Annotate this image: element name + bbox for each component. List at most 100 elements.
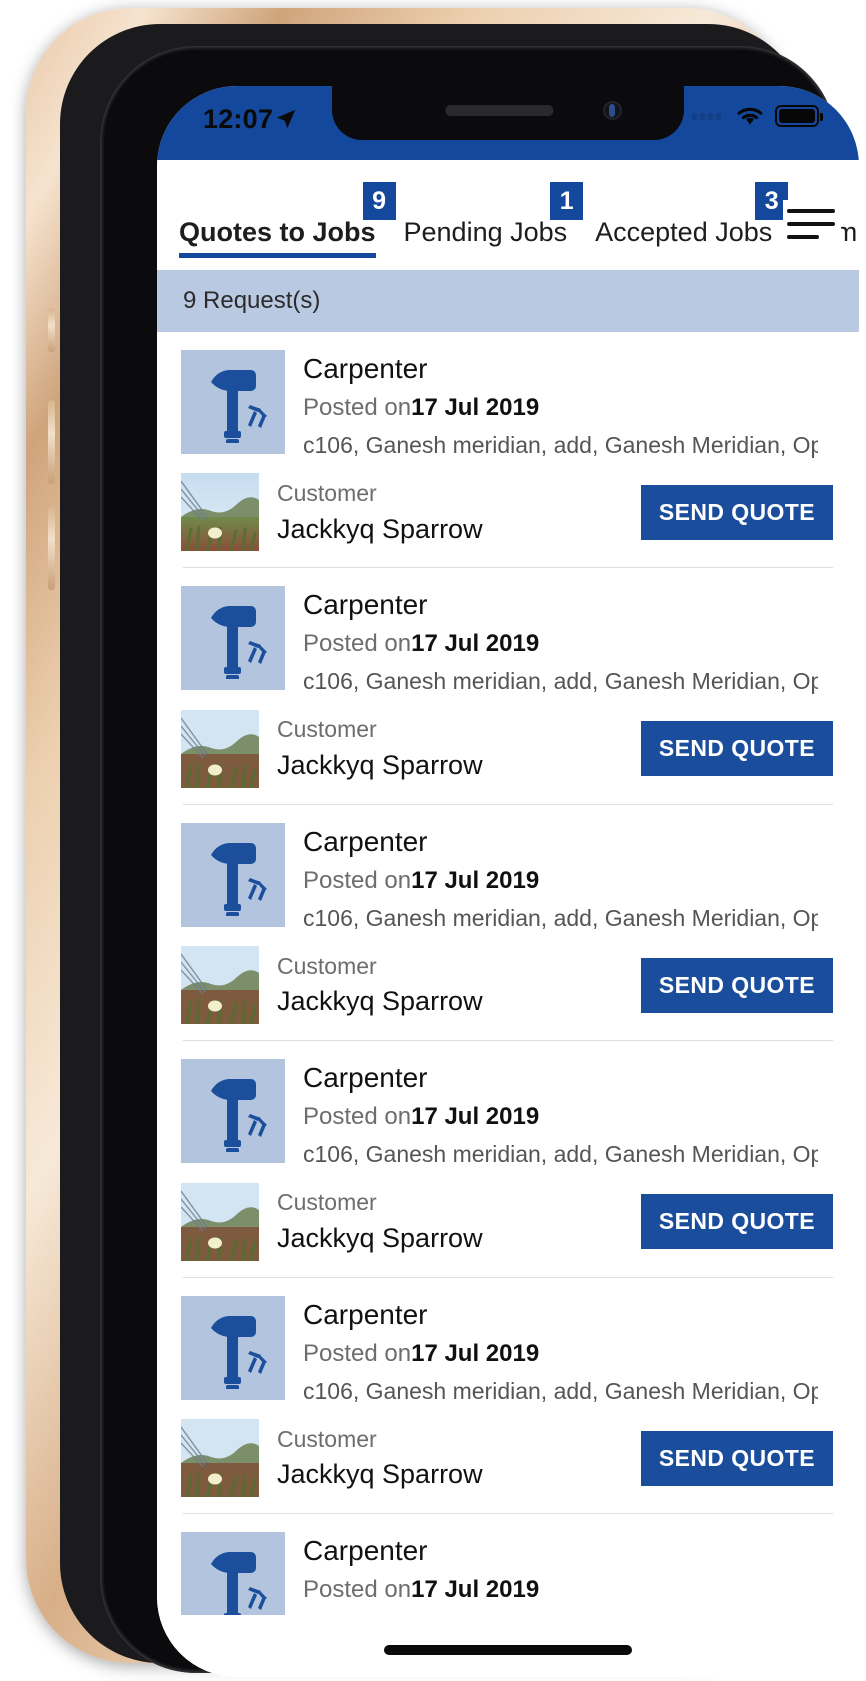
job-trade-title: Carpenter [303,1535,428,1567]
tab-scroll-container[interactable]: Quotes to Jobs 9 Pending Jobs 1 Accepted… [157,160,859,270]
customer-label: Customer [277,952,377,979]
job-details: Carpenter Posted on17 Jul 2019 c106, Gan… [285,823,859,932]
posted-prefix: Posted on [303,1103,412,1131]
customer-info: Customer Jackkyq Sparrow [259,716,641,781]
job-details: Carpenter Posted on17 Jul 2019 c106, Gan… [285,1296,859,1405]
job-address: c106, Ganesh meridian, add, Ganesh Merid… [303,1377,818,1404]
carpenter-hammer-icon [181,1295,285,1400]
job-customer-row: Customer Jackkyq Sparrow SEND QUOTE [157,700,859,804]
posted-prefix: Posted on [303,1576,412,1604]
job-trade-title: Carpenter [303,353,428,384]
tab-badge-count: 1 [550,182,584,220]
earpiece-speaker [445,105,554,116]
job-request-card[interactable]: Carpenter Posted on17 Jul 2019 c106, Gan… [157,1278,859,1515]
carpenter-hammer-icon [181,1059,285,1164]
status-indicators [692,104,823,128]
job-summary: Carpenter Posted on17 Jul 2019 c106, Gan… [157,805,859,936]
hamburger-menu-icon[interactable] [783,200,841,248]
job-summary: Carpenter Posted on17 Jul 2019 c106, Gan… [157,568,859,699]
customer-label: Customer [277,479,377,506]
job-request-card[interactable]: Carpenter Posted on17 Jul 2019 c106, Gan… [157,1041,859,1278]
customer-avatar[interactable] [181,709,259,788]
posted-date-value: 17 Jul 2019 [411,1339,540,1367]
customer-avatar[interactable] [181,1182,259,1261]
customer-avatar[interactable] [181,946,259,1025]
front-camera [603,101,622,120]
job-trade-title: Carpenter [303,1062,428,1094]
customer-name: Jackkyq Sparrow [277,986,483,1017]
job-request-list[interactable]: Carpenter Posted on17 Jul 2019 c106, Gan… [157,332,859,1677]
customer-name: Jackkyq Sparrow [277,1222,483,1253]
customer-avatar[interactable] [181,473,259,552]
customer-info: Customer Jackkyq Sparrow [259,1189,641,1254]
job-details: Carpenter Posted on17 Jul 2019 c106, Gan… [285,350,859,459]
job-customer-row: Customer Jackkyq Sparrow SEND QUOTE [157,1173,859,1277]
carpenter-hammer-icon [181,822,285,927]
customer-info: Customer Jackkyq Sparrow [259,480,641,545]
battery-full-icon [775,105,823,127]
job-posted-date: Posted on17 Jul 2019 [303,867,859,896]
mute-switch-button[interactable] [48,308,55,352]
send-quote-button[interactable]: SEND QUOTE [640,721,833,777]
posted-date-value: 17 Jul 2019 [411,394,540,422]
job-posted-date: Posted on17 Jul 2019 [303,394,859,423]
send-quote-button[interactable]: SEND QUOTE [640,484,833,540]
job-summary: Carpenter Posted on17 Jul 2019 c106, Gan… [157,332,859,463]
job-details: Carpenter Posted on17 Jul 2019 c106, Gan… [285,1059,859,1168]
job-request-card[interactable]: Carpenter Posted on17 Jul 2019 c106, Gan… [157,568,859,805]
customer-name: Jackkyq Sparrow [277,1459,483,1490]
customer-info: Customer Jackkyq Sparrow [259,1426,641,1491]
home-indicator[interactable] [384,1645,632,1655]
volume-up-button[interactable] [48,400,55,484]
active-tab-underline [179,253,376,258]
customer-label: Customer [277,716,377,743]
customer-avatar[interactable] [181,1419,259,1498]
posted-date-value: 17 Jul 2019 [411,866,540,894]
job-trade-title: Carpenter [303,825,428,857]
job-trade-title: Carpenter [303,589,428,621]
phone-frame-outer: 12:07 Quotes to Jobs 9 Pending Jobs 1 Ac… [26,8,859,1677]
send-quote-button[interactable]: SEND QUOTE [640,957,833,1013]
posted-prefix: Posted on [303,866,412,894]
job-request-card[interactable]: Carpenter Posted on17 Jul 2019 c106, Gan… [157,805,859,1042]
tab-accepted-jobs[interactable]: Accepted Jobs 3 [581,160,789,270]
posted-prefix: Posted on [303,394,412,422]
phone-screen: 12:07 Quotes to Jobs 9 Pending Jobs 1 Ac… [157,86,859,1677]
job-request-card[interactable]: Carpenter Posted on17 Jul 2019 c106, Gan… [157,332,859,569]
job-customer-row: Customer Jackkyq Sparrow SEND QUOTE [157,463,859,567]
send-quote-button[interactable]: SEND QUOTE [640,1194,833,1250]
send-quote-button[interactable]: SEND QUOTE [640,1430,833,1486]
request-count-banner: 9 Request(s) [157,270,859,332]
job-posted-date: Posted on17 Jul 2019 [303,1576,859,1605]
job-address: c106, Ganesh meridian, add, Ganesh Merid… [303,431,818,458]
tab-pending-jobs[interactable]: Pending Jobs 1 [390,160,584,270]
phone-notch [332,86,684,140]
job-customer-row: Customer Jackkyq Sparrow SEND QUOTE [157,936,859,1040]
job-posted-date: Posted on17 Jul 2019 [303,1103,859,1132]
customer-label: Customer [277,1189,377,1216]
phone-body: 12:07 Quotes to Jobs 9 Pending Jobs 1 Ac… [100,46,859,1677]
volume-down-button[interactable] [48,506,55,590]
posted-prefix: Posted on [303,1339,412,1367]
status-time: 12:07 [203,104,274,134]
status-bar: 12:07 [157,86,859,160]
job-trade-title: Carpenter [303,1298,428,1330]
tab-bar: Quotes to Jobs 9 Pending Jobs 1 Accepted… [157,160,859,270]
phone-frame-mid: 12:07 Quotes to Jobs 9 Pending Jobs 1 Ac… [60,24,859,1677]
carpenter-hammer-icon [181,586,285,691]
location-arrow-icon [276,109,296,129]
posted-date-value: 17 Jul 2019 [411,1576,540,1604]
job-customer-row: Customer Jackkyq Sparrow SEND QUOTE [157,1409,859,1513]
tab-quotes-to-jobs[interactable]: Quotes to Jobs 9 [157,160,396,270]
carpenter-hammer-icon [181,350,285,454]
wifi-icon [737,107,763,125]
job-address: c106, Ganesh meridian, add, Ganesh Merid… [303,1141,818,1168]
customer-info: Customer Jackkyq Sparrow [259,953,641,1018]
customer-name: Jackkyq Sparrow [277,749,483,780]
screenshot-stage: 12:07 Quotes to Jobs 9 Pending Jobs 1 Ac… [0,0,866,1681]
posted-date-value: 17 Jul 2019 [411,1103,540,1131]
tab-label: Quotes to Jobs [179,217,376,247]
job-address: c106, Ganesh meridian, add, Ganesh Merid… [303,904,818,931]
job-posted-date: Posted on17 Jul 2019 [303,1340,859,1369]
tab-label: Accepted Jobs [595,217,773,247]
